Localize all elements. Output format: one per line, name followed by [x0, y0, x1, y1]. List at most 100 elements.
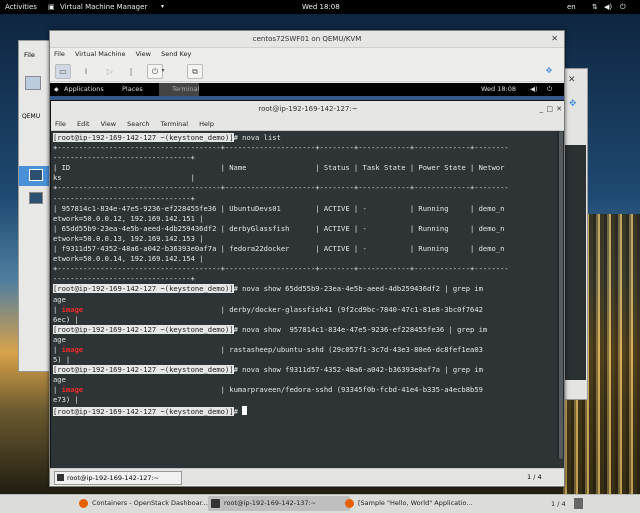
- terminal-line-suffix: | rastasheep/ubuntu-sshd (29c057f1-3c7d-…: [83, 344, 483, 354]
- shell-prompt: [root@ip-192-169-142-127 ~(keystone_demo…: [53, 324, 234, 334]
- guest-vm-window[interactable]: centos72SWF01 on QEMU/KVM ✕ File Virtual…: [49, 30, 565, 487]
- guest-task-terminal[interactable]: root@ip-192-169-142-127:~: [54, 471, 182, 485]
- volume-icon[interactable]: ◀): [604, 0, 612, 14]
- console-view-icon[interactable]: ▭: [55, 64, 71, 79]
- menu-send-key[interactable]: Send Key: [161, 50, 191, 58]
- vmm-connection-label: QEMU: [22, 113, 41, 120]
- shell-prompt: [root@ip-192-169-142-127 ~(keystone_demo…: [53, 406, 234, 416]
- monitor-icon[interactable]: [25, 76, 41, 90]
- shell-prompt: [root@ip-192-169-142-127 ~(keystone_demo…: [53, 365, 234, 375]
- run-icon[interactable]: ▷: [102, 64, 118, 79]
- applications-menu[interactable]: Applications: [64, 83, 104, 96]
- terminal-line-suffix: | derby/docker-glassfish41 (9f2cd9bc-784…: [83, 304, 483, 314]
- terminal-line: --------------------------------+: [53, 274, 195, 284]
- terminal-line-prefix: |: [53, 385, 62, 395]
- vmm-vm-row[interactable]: [19, 189, 53, 209]
- terminal-menu-help[interactable]: Help: [199, 120, 214, 128]
- vmm-vm-row-selected[interactable]: [19, 166, 53, 186]
- scrollbar-thumb[interactable]: [559, 131, 563, 459]
- power-icon[interactable]: ⏻: [620, 0, 626, 14]
- terminal-line: --------------------------------+: [53, 153, 195, 163]
- terminal-icon: [57, 474, 64, 481]
- terminal-line: e73) |: [53, 395, 79, 405]
- activities-button[interactable]: Activities: [5, 0, 37, 14]
- terminal-line: [root@ip-192-169-142-127 ~(keystone_demo…: [53, 133, 555, 143]
- menu-view[interactable]: View: [136, 50, 151, 58]
- close-icon[interactable]: ✕: [556, 101, 562, 118]
- terminal-line: | 65dd55b9-23ea-4e5b-aeed-4db259436df2 |…: [53, 223, 505, 233]
- menu-file[interactable]: File: [54, 50, 65, 58]
- close-icon[interactable]: ✕: [551, 31, 558, 47]
- terminal-menu-view[interactable]: View: [101, 120, 116, 128]
- app-menu-icon[interactable]: ▣: [48, 0, 55, 14]
- task-firefox-containers[interactable]: Containers - OpenStack Dashboar...: [76, 496, 218, 511]
- terminal-line: | 957814c1-834e-47e5-9236-ef228455fe36 |…: [53, 203, 505, 213]
- terminal-menu-file[interactable]: File: [55, 120, 66, 128]
- workspace-pager[interactable]: 1 / 4: [527, 469, 542, 485]
- terminal-scrollbar[interactable]: [557, 131, 564, 459]
- guest-window-title: centos72SWF01 on QEMU/KVM: [252, 35, 362, 43]
- workspace-pager[interactable]: 1 / 4: [551, 495, 566, 513]
- pause-icon[interactable]: ‖: [123, 64, 139, 79]
- shell-command: # nova list: [233, 133, 281, 142]
- guest-volume-icon[interactable]: ◀): [530, 83, 538, 96]
- network-icon[interactable]: ⇅: [592, 0, 598, 14]
- close-icon[interactable]: ✕: [568, 75, 576, 85]
- guest-menubar: File Virtual Machine View Send Key: [50, 48, 564, 61]
- move-icon[interactable]: ✥: [569, 99, 577, 109]
- maximize-icon[interactable]: □: [546, 101, 553, 118]
- terminal-launcher-label: Terminal: [172, 85, 200, 93]
- terminal-line: | f9311d57-4352-48a6-a042-b36393e0af7a |…: [53, 244, 505, 254]
- terminal-line: 6ec) |: [53, 314, 79, 324]
- terminal-output[interactable]: [root@ip-192-169-142-127 ~(keystone_demo…: [51, 131, 555, 459]
- terminal-line: [root@ip-192-169-142-127 ~(keystone_demo…: [53, 324, 555, 335]
- applications-icon[interactable]: ◆: [54, 83, 59, 96]
- menu-virtual-machine[interactable]: Virtual Machine: [75, 50, 126, 58]
- terminal-line: age: [53, 334, 66, 344]
- terminal-line: etwork=50.0.0.14, 192.169.142.154 |: [53, 254, 204, 264]
- task-firefox-sample[interactable]: [Sample "Hello, World" Applicatio...: [342, 496, 488, 511]
- terminal-menubar: File Edit View Search Terminal Help: [51, 118, 564, 131]
- minimize-icon[interactable]: _: [540, 101, 544, 118]
- vm-icon: [29, 169, 43, 181]
- shell-prompt: [root@ip-192-169-142-127 ~(keystone_demo…: [53, 133, 234, 142]
- chevron-down-icon[interactable]: ▾: [160, 64, 166, 77]
- terminal-line: [root@ip-192-169-142-127 ~(keystone_demo…: [53, 405, 555, 416]
- guest-clock[interactable]: Wed 18:08: [481, 83, 516, 96]
- guest-display[interactable]: ◆ Applications Places Terminal Wed 18:08…: [50, 83, 564, 485]
- shell-prompt: [root@ip-192-169-142-127 ~(keystone_demo…: [53, 284, 234, 294]
- firefox-icon: [79, 499, 88, 508]
- terminal-icon: [211, 499, 220, 508]
- task-terminal[interactable]: root@ip-192-169-142-137:~: [208, 496, 350, 511]
- resize-icon[interactable]: ✥: [542, 64, 556, 77]
- terminal-menu-search[interactable]: Search: [127, 120, 149, 128]
- vmm-menu-file[interactable]: File: [19, 41, 53, 59]
- guest-task-label: root@ip-192-169-142-127:~: [67, 474, 160, 482]
- clock[interactable]: Wed 18:08: [302, 0, 340, 14]
- terminal-menu-edit[interactable]: Edit: [77, 120, 90, 128]
- grep-match: image: [61, 304, 84, 314]
- shell-command: # nova show 65dd55b9-23ea-4e5b-aeed-4db2…: [233, 284, 483, 294]
- terminal-line: --------------------------------+: [53, 193, 195, 203]
- terminal-line: | image | rastasheep/ubuntu-sshd (29c057…: [53, 345, 555, 355]
- locale-indicator[interactable]: en: [567, 0, 576, 14]
- terminal-line: [root@ip-192-169-142-127 ~(keystone_demo…: [53, 284, 555, 294]
- terminal-line: +--------------------------------------+…: [53, 183, 509, 193]
- terminal-title: root@ip-192-169-142-127:~: [258, 105, 358, 113]
- terminal-line: 5) |: [53, 355, 71, 365]
- guest-power-icon[interactable]: ⏻: [547, 83, 552, 96]
- terminal-line-suffix: | kumarpraveen/fedora-sshd (93345f0b-fcb…: [83, 385, 483, 395]
- chevron-down-icon[interactable]: ▾: [161, 0, 164, 14]
- snapshot-icon[interactable]: ⧉: [187, 64, 203, 79]
- shell-command: # nova show f9311d57-4352-48a6-a042-b363…: [233, 365, 483, 375]
- terminal-titlebar[interactable]: root@ip-192-169-142-127:~ _ □ ✕: [51, 101, 564, 118]
- terminal-window[interactable]: root@ip-192-169-142-127:~ _ □ ✕ File Edi…: [50, 100, 564, 470]
- guest-window-titlebar[interactable]: centos72SWF01 on QEMU/KVM ✕: [50, 31, 564, 48]
- details-view-icon[interactable]: ⅰ: [78, 64, 94, 79]
- app-menu[interactable]: Virtual Machine Manager: [60, 0, 147, 14]
- workspace-icon[interactable]: [574, 498, 583, 509]
- places-menu[interactable]: Places: [122, 83, 143, 96]
- terminal-menu-terminal[interactable]: Terminal: [161, 120, 188, 128]
- shell-command: # nova show 957814c1-834e-47e5-9236-ef22…: [233, 324, 488, 334]
- guest-top-bar: ◆ Applications Places Terminal Wed 18:08…: [50, 83, 564, 96]
